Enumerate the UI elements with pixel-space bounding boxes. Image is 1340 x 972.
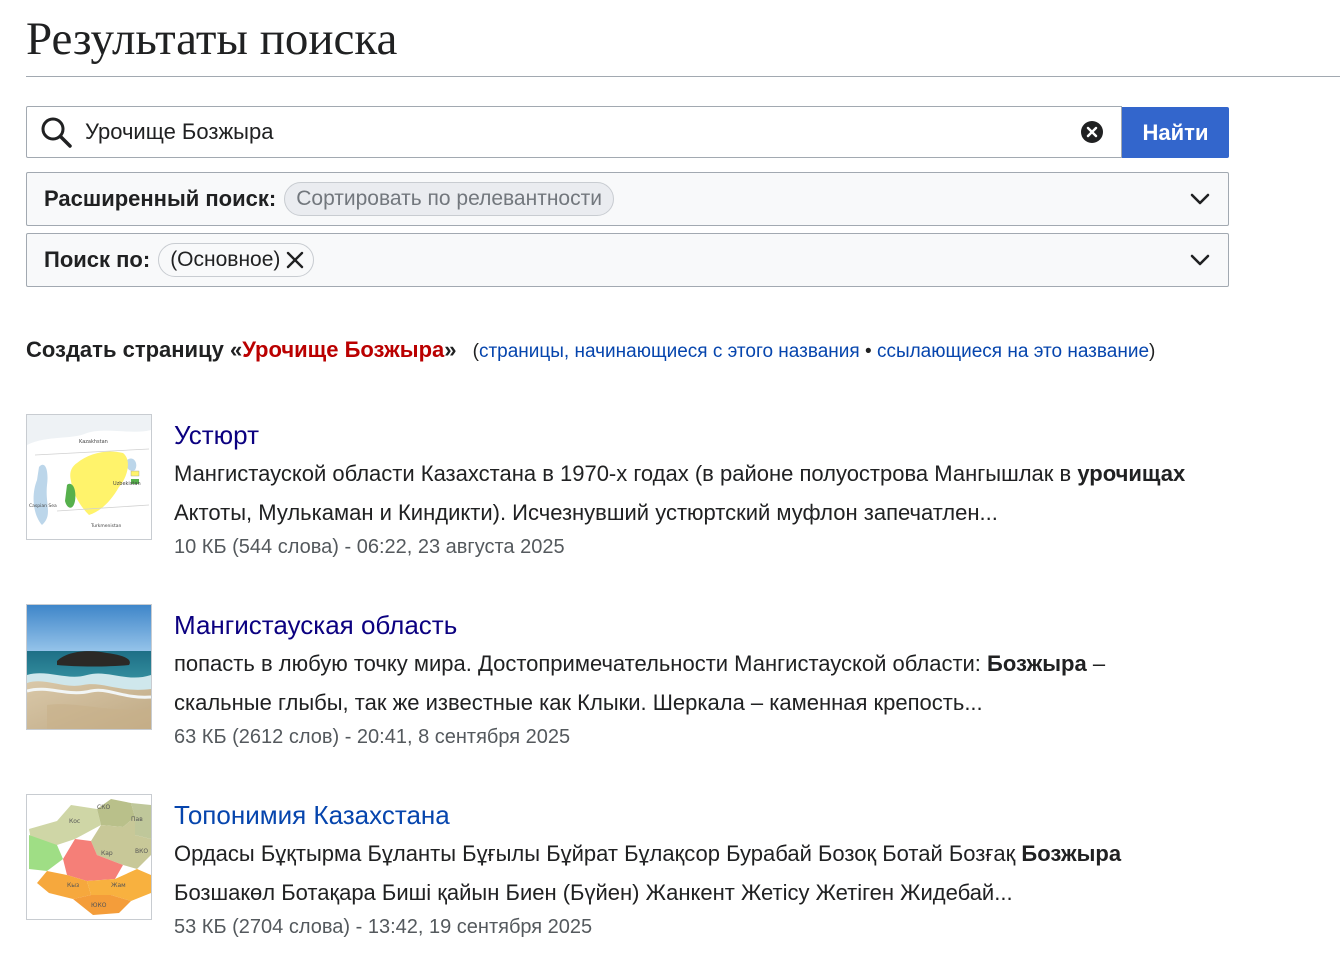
- namespace-chip: (Основное): [158, 243, 315, 277]
- snippet-text: Бозшакөл Ботақара Биші қайын Биен (Бүйен…: [174, 880, 1013, 905]
- region-label: ВКО: [135, 848, 148, 855]
- region-label: Кар: [101, 850, 113, 857]
- chevron-down-icon[interactable]: [1188, 187, 1212, 211]
- bullet-separator: •: [859, 341, 877, 362]
- snippet-match: Бозжыра: [1021, 841, 1122, 866]
- clear-icon[interactable]: [1079, 119, 1105, 145]
- result-thumbnail[interactable]: СКО Кос Пав Кар ВКО Жам ЮКО Кыз: [26, 794, 152, 920]
- result-text: Устюрт Мангистауской области Казахстана …: [174, 418, 1324, 562]
- result-snippet: Мангистауской области Казахстана в 1970-…: [174, 454, 1324, 532]
- namespace-chip-label: (Основное): [170, 248, 281, 271]
- snippet-match: Бозжыра: [987, 651, 1087, 676]
- snippet-text: Актоты, Мулькаман и Киндикти). Исчезнувш…: [174, 500, 998, 525]
- snippet-text: скальные глыбы, так же известные как Клы…: [174, 690, 983, 715]
- result-meta: 53 КБ (2704 слова) - 13:42, 19 сентября …: [174, 916, 593, 938]
- result-meta: 63 КБ (2612 слов) - 20:41, 8 сентября 20…: [174, 726, 571, 748]
- create-page-notice: Создать страницу «Урочище Бозжыра» (стра…: [26, 337, 1155, 363]
- region-label: ЮКО: [91, 902, 107, 909]
- search-input[interactable]: [85, 108, 1079, 156]
- prefix-index-link[interactable]: страницы, начинающиеся с этого названия: [479, 341, 860, 362]
- title-divider: [26, 76, 1340, 77]
- create-page-suffix: »: [444, 337, 457, 362]
- map-label: Uzbekistan: [113, 481, 141, 487]
- region-label: Кос: [69, 818, 80, 825]
- result-title-link[interactable]: Топонимия Казахстана: [174, 798, 450, 832]
- chevron-down-icon[interactable]: [1188, 248, 1212, 272]
- region-label: Жам: [111, 882, 126, 889]
- result-text: Топонимия Казахстана Ордасы Бұқтырма Бұл…: [174, 798, 1324, 942]
- result-text: Мангистауская область попасть в любую то…: [174, 608, 1324, 752]
- result-meta: 10 КБ (544 слова) - 06:22, 23 августа 20…: [174, 536, 565, 558]
- map-label: Caspian Sea: [29, 503, 57, 509]
- page-title: Результаты поиска: [26, 13, 398, 65]
- map-label: Kazakhstan: [79, 439, 108, 445]
- search-results-page: Результаты поиска Найти Расширенный поис…: [0, 0, 1340, 972]
- result-thumbnail[interactable]: Kazakhstan Uzbekistan Caspian Sea Turkme…: [26, 414, 152, 540]
- snippet-match: урочищах: [1077, 461, 1186, 486]
- result-snippet: попасть в любую точку мира. Достопримеча…: [174, 644, 1324, 722]
- search-button[interactable]: Найти: [1122, 107, 1229, 158]
- snippet-text: –: [1086, 651, 1106, 676]
- close-icon[interactable]: [284, 249, 306, 271]
- create-page-link[interactable]: Урочище Бозжыра: [242, 337, 444, 362]
- result-title-link[interactable]: Устюрт: [174, 418, 259, 452]
- paren-close: ): [1149, 341, 1156, 362]
- region-label: СКО: [97, 804, 110, 811]
- search-icon: [39, 115, 73, 149]
- result-title-link[interactable]: Мангистауская область: [174, 608, 457, 642]
- advanced-search-toggle[interactable]: Расширенный поиск: Сортировать по релева…: [26, 172, 1229, 226]
- region-label: Пав: [131, 816, 143, 823]
- advanced-search-label: Расширенный поиск:: [44, 186, 277, 211]
- snippet-text: попасть в любую точку мира. Достопримеча…: [174, 651, 988, 676]
- region-label: Кыз: [67, 882, 79, 889]
- result-snippet: Ордасы Бұқтырма Бұланты Бұғылы Бұйрат Бұ…: [174, 834, 1324, 912]
- result-thumbnail[interactable]: [26, 604, 152, 730]
- search-box: [26, 106, 1122, 158]
- sort-chip: Сортировать по релевантности: [284, 182, 614, 216]
- snippet-text: Мангистауской области Казахстана в 1970-…: [174, 461, 1078, 486]
- create-page-prefix: Создать страницу «: [26, 337, 243, 362]
- namespace-filter-toggle[interactable]: Поиск по: (Основное): [26, 233, 1229, 287]
- map-label: Turkmenistan: [90, 523, 121, 529]
- namespace-label: Поиск по:: [44, 247, 151, 272]
- what-links-here-link[interactable]: ссылающиеся на это название: [877, 341, 1149, 362]
- snippet-text: Ордасы Бұқтырма Бұланты Бұғылы Бұйрат Бұ…: [174, 841, 1022, 866]
- related-links: (страницы, начинающиеся с этого названия…: [473, 341, 1156, 362]
